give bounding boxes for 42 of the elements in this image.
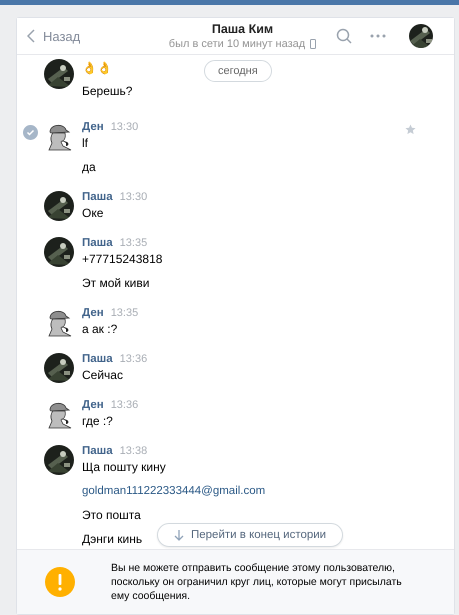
message-text: где :? — [82, 413, 113, 429]
message-text: Ща пошту кину — [82, 459, 166, 475]
author-name[interactable]: Паша — [82, 191, 113, 203]
warning-icon — [45, 567, 75, 597]
message-time: 13:38 — [120, 445, 148, 457]
message-text: +77715243818 — [82, 251, 162, 267]
date-chip[interactable]: сегодня — [204, 60, 272, 82]
author-name[interactable]: Паша — [82, 353, 113, 365]
message-text: да — [82, 159, 96, 175]
message-text: 👌👌 — [82, 60, 112, 77]
message-time: 13:36 — [110, 399, 138, 411]
message-time: 13:35 — [120, 237, 148, 249]
online-status: был в сети 10 минут назад — [168, 38, 306, 50]
message-text: Это пошта — [82, 507, 141, 523]
author-name[interactable]: Ден — [82, 399, 104, 411]
message-text: а ак :? — [82, 321, 118, 337]
message-time: 13:30 — [110, 121, 138, 133]
message-time: 13:35 — [110, 307, 138, 319]
author-name[interactable]: Паша — [82, 237, 113, 249]
search-icon[interactable] — [336, 28, 352, 44]
back-button[interactable]: Назад — [27, 28, 167, 44]
jump-to-end-button[interactable]: Перейти в конец истории — [157, 523, 344, 547]
email-link[interactable]: goldman111222333444@gmail.com — [82, 483, 266, 499]
arrow-down-icon[interactable] — [174, 530, 184, 540]
chat-title: Паша Ким — [212, 22, 274, 36]
message-time: 13:36 — [120, 353, 148, 365]
author-name[interactable]: Паша — [82, 445, 113, 457]
message-text: Берешь? — [82, 83, 132, 100]
author-name[interactable]: Ден — [82, 121, 104, 133]
back-icon[interactable] — [27, 29, 35, 43]
message-text: Дэнги кинь — [82, 531, 142, 547]
author-name[interactable]: Ден — [82, 307, 104, 319]
phone-icon — [310, 39, 316, 49]
notice-text: Вы не можете отправить сообщение этому пользователю, поскольку он ограничил круг лиц, которые могут присылать ему сообщения. — [111, 561, 403, 603]
message-time: 13:30 — [120, 191, 148, 203]
star-icon[interactable] — [405, 124, 416, 135]
message-text: lf — [82, 135, 88, 151]
message-text: Эт мой киви — [82, 275, 150, 291]
message-text: Сейчас — [82, 367, 123, 383]
check-icon[interactable] — [23, 125, 38, 140]
message-text: Оке — [82, 205, 104, 221]
more-icon[interactable] — [370, 34, 386, 38]
